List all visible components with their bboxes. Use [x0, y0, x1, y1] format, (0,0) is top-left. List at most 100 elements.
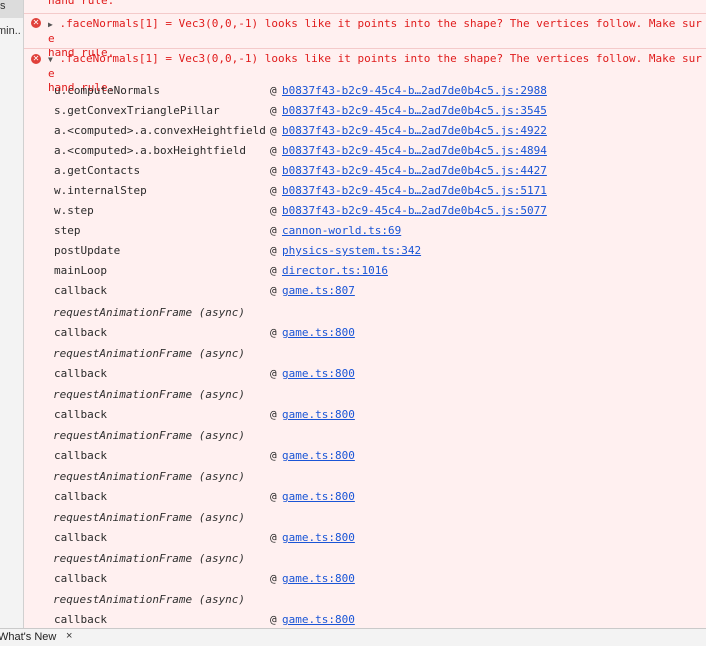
- at-symbol: @: [270, 184, 277, 197]
- source-location-link[interactable]: game.ts:800: [282, 613, 355, 626]
- at-symbol: @: [270, 224, 277, 237]
- source-location-link[interactable]: director.ts:1016: [282, 264, 388, 277]
- expand-triangle-icon[interactable]: ▶: [48, 20, 53, 29]
- sidebar-item-label: min...: [0, 25, 20, 37]
- stack-frame-function: step: [54, 224, 81, 237]
- stack-frame-row: mainLoop @ director.ts:1016: [24, 264, 706, 284]
- async-boundary-label: requestAnimationFrame (async): [53, 388, 246, 401]
- stack-frame-row: callback @ game.ts:800: [24, 408, 706, 428]
- message-line: hand rule.: [48, 0, 115, 7]
- message-line: .faceNormals[1] = Vec3(0,0,-1) looks lik…: [48, 17, 702, 45]
- stack-frame-row: u.computeNormals @ b0837f43-b2c9-45c4-b…2a…: [24, 84, 706, 104]
- stack-frame-row: step @ cannon-world.ts:69: [24, 224, 706, 244]
- stack-frame-function: a.<computed>.a.convexHeightfield: [54, 124, 266, 137]
- at-symbol: @: [270, 572, 277, 585]
- stack-frame-function: w.internalStep: [54, 184, 147, 197]
- console-panel: hand rule. ✕ ▶ .faceNormals[1] = Vec3(0,…: [24, 0, 706, 628]
- async-boundary-label: requestAnimationFrame (async): [53, 306, 246, 319]
- stack-frame-function: callback: [54, 449, 107, 462]
- source-location-link[interactable]: b0837f43-b2c9-45c4-b…2ad7de0b4c5.js:4894: [282, 144, 547, 157]
- stack-frame-row: a.<computed>.a.boxHeightfield @ b0837f43-b…: [24, 144, 706, 164]
- sidebar-item-label: s: [0, 0, 6, 12]
- close-icon[interactable]: ×: [66, 630, 72, 642]
- at-symbol: @: [270, 84, 277, 97]
- stack-frame-row: postUpdate @ physics-system.ts:342: [24, 244, 706, 264]
- stack-frame-function: mainLoop: [54, 264, 107, 277]
- async-boundary-label: requestAnimationFrame (async): [53, 552, 246, 565]
- error-icon: ✕: [31, 18, 41, 28]
- navigator-sidebar: s min...: [0, 0, 24, 628]
- at-symbol: @: [270, 613, 277, 626]
- at-symbol: @: [270, 104, 277, 117]
- bottom-drawer: What's New ×: [0, 628, 706, 646]
- stack-frame-function: callback: [54, 490, 107, 503]
- stack-frame-function: u.computeNormals: [54, 84, 160, 97]
- source-location-link[interactable]: game.ts:807: [282, 284, 355, 297]
- sidebar-item[interactable]: min...: [0, 25, 20, 43]
- stack-frame-function: callback: [54, 408, 107, 421]
- stack-frame-function: callback: [54, 367, 107, 380]
- async-boundary-label: requestAnimationFrame (async): [53, 429, 246, 442]
- source-location-link[interactable]: b0837f43-b2c9-45c4-b…2ad7de0b4c5.js:2988: [282, 84, 547, 97]
- stack-frame-function: callback: [54, 326, 107, 339]
- stack-frame-function: callback: [54, 531, 107, 544]
- source-location-link[interactable]: game.ts:800: [282, 408, 355, 421]
- stack-frame-function: callback: [54, 284, 107, 297]
- stack-frame-function: a.<computed>.a.boxHeightfield: [54, 144, 247, 157]
- stack-frame-function: w.step: [54, 204, 94, 217]
- source-location-link[interactable]: cannon-world.ts:69: [282, 224, 401, 237]
- stack-frame-row: a.getContacts @ b0837f43-b2c9-45c4-b…2ad7d…: [24, 164, 706, 184]
- async-boundary-label: requestAnimationFrame (async): [53, 511, 246, 524]
- source-location-link[interactable]: game.ts:800: [282, 531, 355, 544]
- source-location-link[interactable]: b0837f43-b2c9-45c4-b…2ad7de0b4c5.js:5171: [282, 184, 547, 197]
- collapse-triangle-icon[interactable]: ▼: [48, 55, 53, 64]
- at-symbol: @: [270, 490, 277, 503]
- async-boundary-label: requestAnimationFrame (async): [53, 470, 246, 483]
- source-location-link[interactable]: b0837f43-b2c9-45c4-b…2ad7de0b4c5.js:3545: [282, 104, 547, 117]
- console-error-message[interactable]: ✕ ▼ .faceNormals[1] = Vec3(0,0,-1) looks…: [24, 49, 706, 94]
- message-line: .faceNormals[1] = Vec3(0,0,-1) looks lik…: [48, 52, 702, 80]
- source-location-link[interactable]: game.ts:800: [282, 367, 355, 380]
- message-text: hand rule.: [48, 0, 704, 8]
- sidebar-item-selected[interactable]: s: [0, 0, 23, 18]
- at-symbol: @: [270, 408, 277, 421]
- at-symbol: @: [270, 124, 277, 137]
- stack-frame-row: callback @ game.ts:800: [24, 490, 706, 510]
- at-symbol: @: [270, 164, 277, 177]
- at-symbol: @: [270, 244, 277, 257]
- at-symbol: @: [270, 284, 277, 297]
- stack-frame-function: callback: [54, 572, 107, 585]
- source-location-link[interactable]: game.ts:800: [282, 326, 355, 339]
- stack-frame-row: callback @ game.ts:800: [24, 531, 706, 551]
- source-location-link[interactable]: b0837f43-b2c9-45c4-b…2ad7de0b4c5.js:5077: [282, 204, 547, 217]
- source-location-link[interactable]: game.ts:800: [282, 490, 355, 503]
- at-symbol: @: [270, 264, 277, 277]
- at-symbol: @: [270, 367, 277, 380]
- source-location-link[interactable]: game.ts:800: [282, 572, 355, 585]
- stack-frame-row: callback @ game.ts:800: [24, 326, 706, 346]
- source-location-link[interactable]: game.ts:800: [282, 449, 355, 462]
- source-location-link[interactable]: physics-system.ts:342: [282, 244, 421, 257]
- stack-frame-function: callback: [54, 613, 107, 626]
- source-location-link[interactable]: b0837f43-b2c9-45c4-b…2ad7de0b4c5.js:4922: [282, 124, 547, 137]
- stack-frame-row: callback @ game.ts:800: [24, 613, 706, 628]
- at-symbol: @: [270, 326, 277, 339]
- async-boundary-label: requestAnimationFrame (async): [53, 347, 246, 360]
- stack-frame-function: a.getContacts: [54, 164, 141, 177]
- stack-frame-function: postUpdate: [54, 244, 121, 257]
- at-symbol: @: [270, 449, 277, 462]
- stack-frame-row: callback @ game.ts:800: [24, 449, 706, 469]
- stack-frame-function: s.getConvexTrianglePillar: [54, 104, 220, 117]
- at-symbol: @: [270, 144, 277, 157]
- stack-frame-row: callback @ game.ts:800: [24, 572, 706, 592]
- tab-whats-new[interactable]: What's New: [0, 631, 56, 643]
- at-symbol: @: [270, 204, 277, 217]
- stack-frame-row: w.step @ b0837f43-b2c9-45c4-b…2ad7de0b4c5.…: [24, 204, 706, 224]
- async-boundary-label: requestAnimationFrame (async): [53, 593, 246, 606]
- stack-frame-row: s.getConvexTrianglePillar @ b0837f43-b2c9-…: [24, 104, 706, 124]
- stack-frame-row: a.<computed>.a.convexHeightfield @ b0837f4…: [24, 124, 706, 144]
- stack-frame-row: callback @ game.ts:800: [24, 367, 706, 387]
- console-error-message[interactable]: ✕ ▶ .faceNormals[1] = Vec3(0,0,-1) looks…: [24, 14, 706, 59]
- source-location-link[interactable]: b0837f43-b2c9-45c4-b…2ad7de0b4c5.js:4427: [282, 164, 547, 177]
- error-icon: ✕: [31, 54, 41, 64]
